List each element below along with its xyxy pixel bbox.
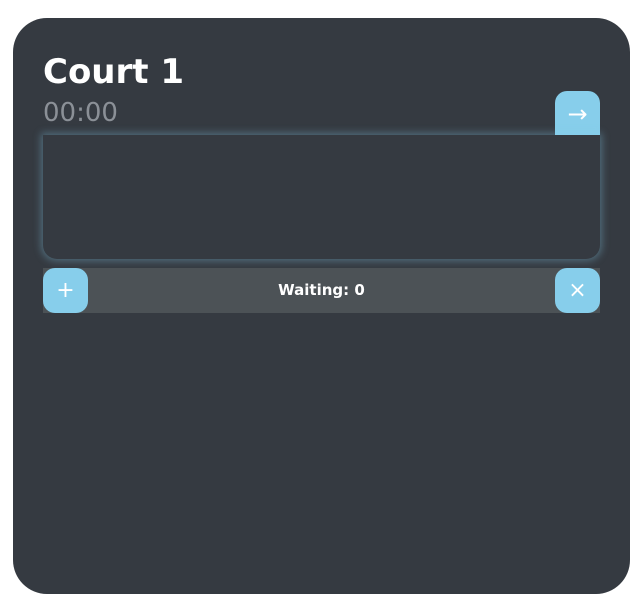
court-title: Court 1 bbox=[43, 52, 185, 92]
court-players-area bbox=[43, 135, 600, 259]
next-match-button[interactable]: → bbox=[555, 91, 600, 137]
plus-icon: + bbox=[56, 278, 75, 303]
court-timer: 00:00 bbox=[43, 98, 118, 128]
add-player-button[interactable]: + bbox=[43, 268, 88, 313]
queue-bar: + Waiting: 0 × bbox=[43, 268, 600, 313]
clear-queue-button[interactable]: × bbox=[555, 268, 600, 313]
waiting-count-label: Waiting: 0 bbox=[278, 281, 365, 299]
court-card: Court 1 00:00 → + Waiting: 0 × bbox=[13, 18, 630, 594]
arrow-right-icon: → bbox=[567, 100, 588, 128]
close-icon: × bbox=[568, 278, 587, 303]
